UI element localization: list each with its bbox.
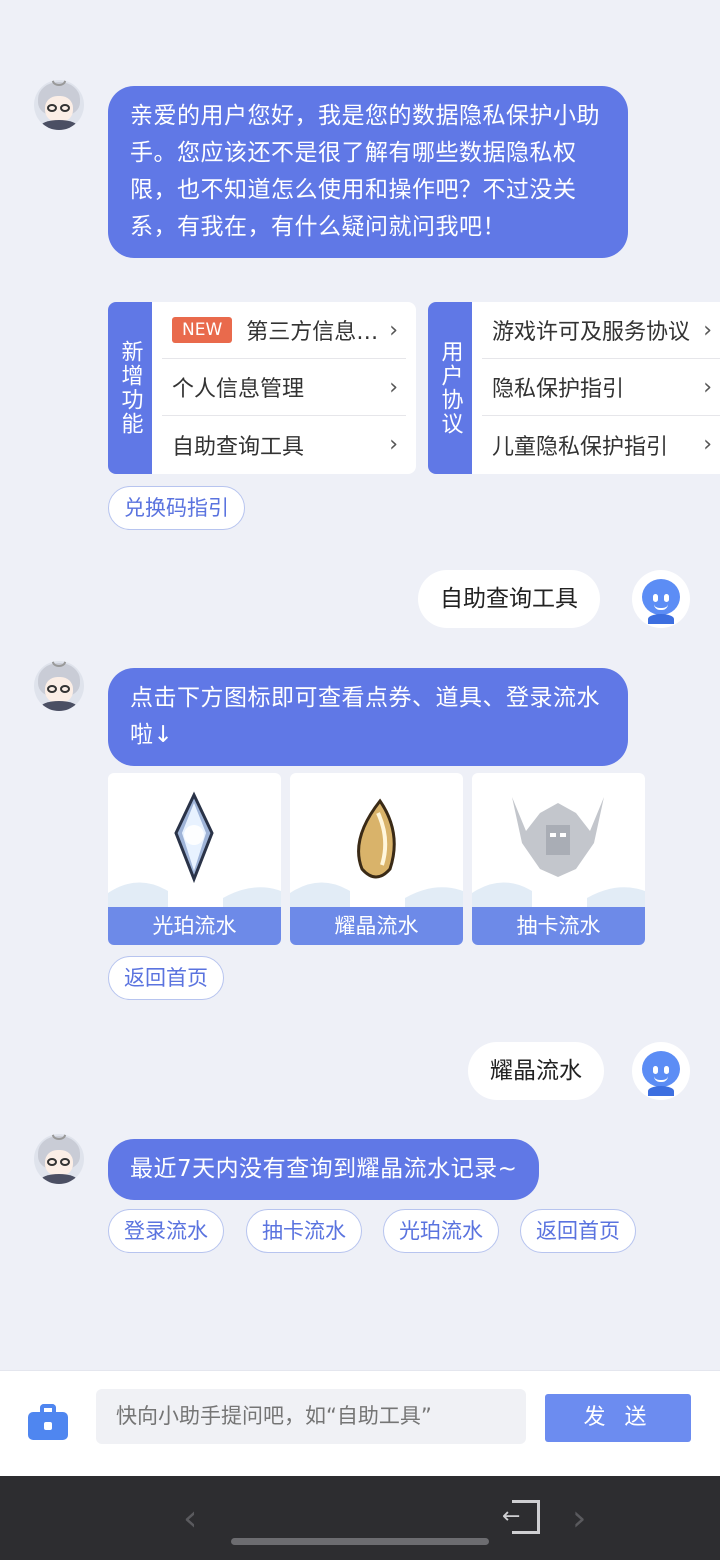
menu-item-label: 自助查询工具 (172, 434, 305, 460)
menu-item-label: 隐私保护指引 (492, 377, 625, 402)
chat-area: 亲爱的用户您好，我是您的数据隐私保护小助手。您应该还不是很了解有哪些数据隐私权限… (0, 0, 720, 1370)
gold-crystal-icon (290, 798, 463, 907)
new-features-label: 新增功能 (108, 302, 152, 474)
input-bar: 发 送 (0, 1370, 720, 1476)
back-home-chip[interactable]: 返回首页 (520, 1209, 636, 1253)
menu-item-self-service-tool[interactable]: 自助查询工具 › (162, 416, 406, 473)
user-agreement-label: 用户协议 (428, 302, 472, 474)
mech-emblem-icon (472, 797, 645, 907)
menu-item-third-party-info[interactable]: NEW 第三方信息… › (162, 302, 406, 359)
toolbox-icon[interactable] (28, 1404, 68, 1440)
chevron-right-icon: › (703, 432, 712, 457)
user-message: 耀晶流水 (468, 1042, 604, 1100)
assistant-avatar (34, 1134, 84, 1184)
menu-item-label: 个人信息管理 (172, 377, 305, 402)
exit-icon[interactable]: ← (502, 1500, 540, 1534)
chevron-right-icon: › (389, 374, 398, 400)
user-avatar (632, 570, 690, 628)
login-flow-chip[interactable]: 登录流水 (108, 1209, 224, 1253)
redeem-guide-chip[interactable]: 兑换码指引 (108, 486, 245, 530)
menu-item-label: 儿童隐私保护指引 (492, 434, 669, 460)
gacha-flow-tile[interactable]: 抽卡流水 (472, 773, 645, 945)
tile-label: 抽卡流水 (472, 907, 645, 945)
chevron-right-icon: › (389, 432, 398, 457)
chevron-right-icon: › (703, 317, 712, 343)
back-arrow-icon[interactable]: ‹ (183, 1498, 197, 1539)
tool-hint-message: 点击下方图标即可查看点券、道具、登录流水啦↓ (108, 668, 628, 766)
tile-label: 光珀流水 (108, 907, 281, 945)
back-home-chip[interactable]: 返回首页 (108, 956, 224, 1000)
amber-flow-chip[interactable]: 光珀流水 (383, 1209, 499, 1253)
question-input[interactable] (96, 1389, 526, 1444)
menu-item-game-license[interactable]: 游戏许可及服务协议 › (482, 302, 720, 359)
menu-item-child-privacy-guide[interactable]: 儿童隐私保护指引 › (482, 416, 720, 473)
chevron-right-icon: › (389, 317, 398, 343)
tile-label: 耀晶流水 (290, 907, 463, 945)
menu-item-personal-info[interactable]: 个人信息管理 › (162, 359, 406, 416)
user-message: 自助查询工具 (418, 570, 600, 628)
chevron-right-icon: › (703, 374, 712, 400)
assistant-avatar (34, 80, 84, 130)
blue-crystal-icon (108, 791, 281, 907)
menu-item-privacy-guide[interactable]: 隐私保护指引 › (482, 359, 720, 416)
forward-arrow-icon[interactable]: › (572, 1498, 586, 1539)
assistant-avatar (34, 661, 84, 711)
menu-item-label: 游戏许可及服务协议 (492, 320, 691, 345)
no-record-message: 最近7天内没有查询到耀晶流水记录~ (108, 1139, 540, 1200)
user-agreement-card: 用户协议 游戏许可及服务协议 › 隐私保护指引 › 儿童隐私保护指引 › (428, 302, 720, 474)
crystal-flow-tile[interactable]: 耀晶流水 (290, 773, 463, 945)
system-nav-bar: ‹ ← › (0, 1476, 720, 1560)
home-indicator[interactable] (231, 1538, 489, 1545)
user-avatar (632, 1042, 690, 1100)
gacha-flow-chip[interactable]: 抽卡流水 (246, 1209, 362, 1253)
new-features-card: 新增功能 NEW 第三方信息… › 个人信息管理 › 自助查询工具 › (108, 302, 416, 474)
send-button[interactable]: 发 送 (545, 1394, 691, 1442)
menu-item-label: 第三方信息… (246, 320, 379, 345)
amber-flow-tile[interactable]: 光珀流水 (108, 773, 281, 945)
new-badge: NEW (172, 317, 233, 343)
greeting-message: 亲爱的用户您好，我是您的数据隐私保护小助手。您应该还不是很了解有哪些数据隐私权限… (108, 86, 628, 258)
